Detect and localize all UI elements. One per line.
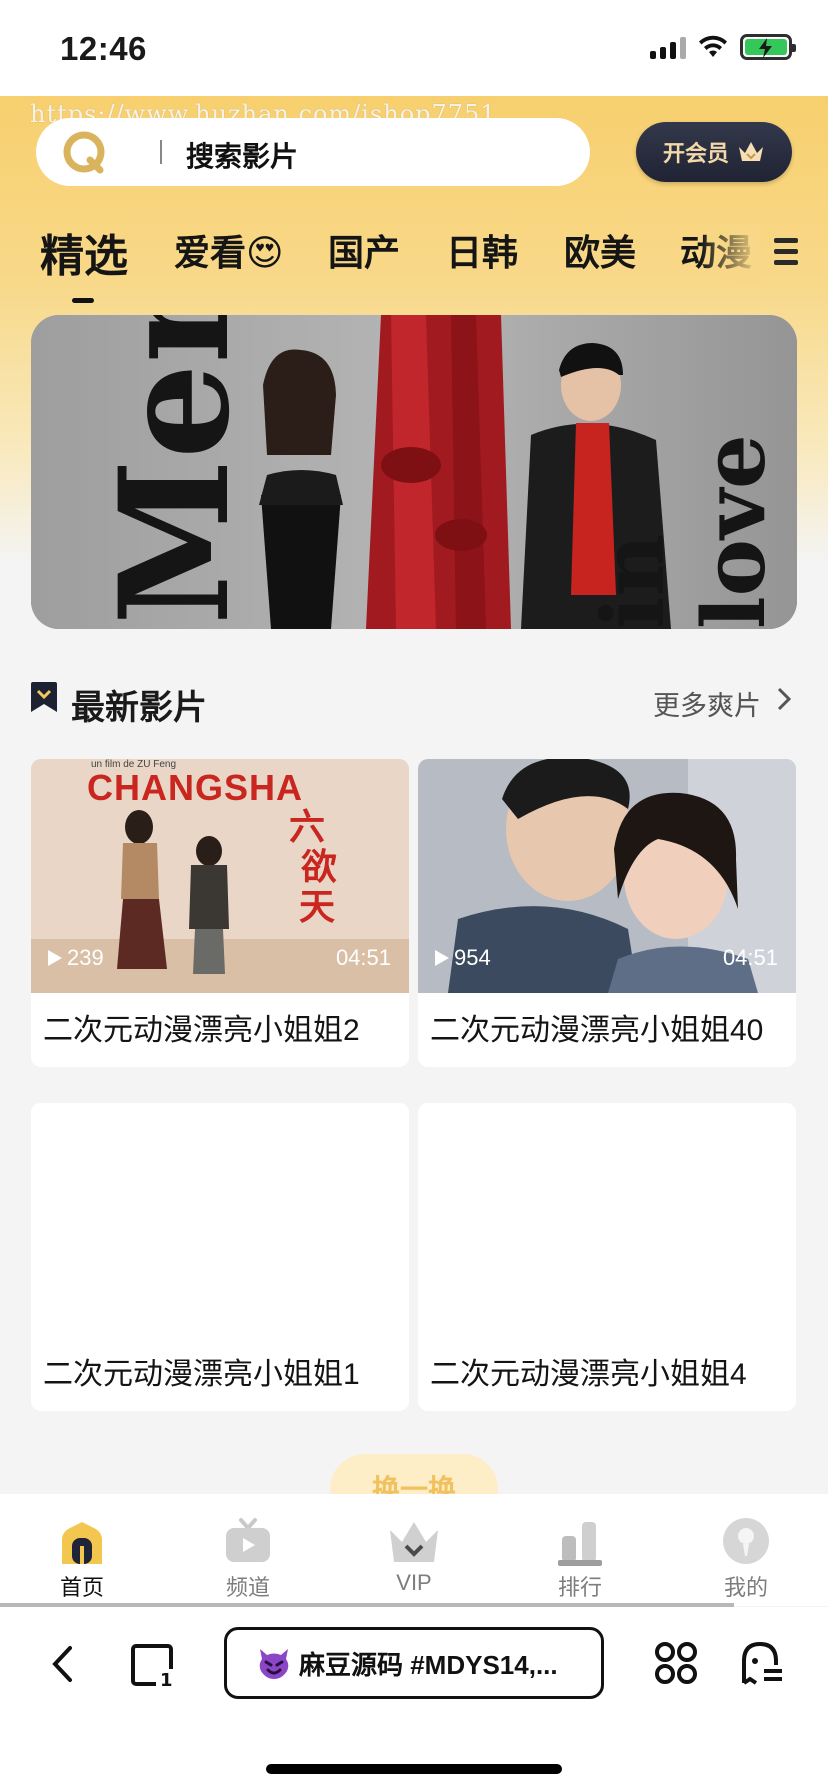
address-bar[interactable]: 麻豆源码 #MDYS14,... bbox=[224, 1627, 604, 1699]
menu-icon[interactable] bbox=[774, 238, 798, 265]
video-card[interactable]: 954 04:51 二次元动漫漂亮小姐姐40 bbox=[418, 759, 796, 1067]
crown-icon bbox=[739, 142, 763, 161]
svg-text:欲: 欲 bbox=[300, 846, 337, 888]
tv-icon bbox=[226, 1518, 270, 1562]
nav-profile[interactable]: 我的 bbox=[691, 1514, 801, 1602]
video-card[interactable]: 二次元动漫漂亮小姐姐4 bbox=[418, 1103, 796, 1411]
nav-ranking[interactable]: 排行 bbox=[525, 1514, 635, 1602]
svg-text:六: 六 bbox=[289, 806, 325, 848]
tab-featured[interactable]: 精选 bbox=[40, 220, 128, 284]
ghost-menu-icon[interactable] bbox=[740, 1641, 784, 1685]
profile-icon bbox=[723, 1518, 769, 1564]
status-icons bbox=[650, 34, 796, 60]
svg-text:1: 1 bbox=[160, 1670, 173, 1687]
home-indicator bbox=[266, 1764, 562, 1774]
category-tabs: 精选 爱看😍 国产 日韩 欧美 动漫 bbox=[40, 224, 800, 294]
banner-left-text: Men bbox=[87, 315, 263, 625]
tabs-icon[interactable]: 1 bbox=[130, 1643, 174, 1687]
apps-grid-icon[interactable] bbox=[654, 1641, 698, 1685]
play-icon bbox=[435, 950, 449, 966]
video-card[interactable]: 二次元动漫漂亮小姐姐1 bbox=[31, 1103, 409, 1411]
bookmark-icon bbox=[31, 682, 57, 712]
video-thumbnail bbox=[418, 1103, 796, 1337]
latest-movies-header: 最新影片 更多爽片 bbox=[31, 676, 797, 727]
tab-western[interactable]: 欧美 bbox=[564, 224, 636, 276]
nav-channels-label: 频道 bbox=[225, 1575, 270, 1600]
play-icon bbox=[48, 950, 62, 966]
svg-text:天: 天 bbox=[299, 886, 335, 928]
home-icon bbox=[62, 1522, 102, 1564]
more-movies-link[interactable]: 更多爽片 bbox=[653, 684, 761, 723]
ranking-icon bbox=[558, 1522, 602, 1566]
nav-vip-label: VIP bbox=[396, 1570, 432, 1595]
featured-banner[interactable]: Men in love bbox=[31, 315, 797, 629]
nav-ranking-label: 排行 bbox=[557, 1575, 602, 1600]
search-input[interactable]: 搜索影片 bbox=[36, 118, 590, 186]
nav-profile-label: 我的 bbox=[723, 1575, 768, 1600]
tab-domestic[interactable]: 国产 bbox=[328, 224, 400, 276]
video-thumbnail: 954 04:51 bbox=[418, 759, 796, 993]
chevron-right-icon[interactable] bbox=[775, 686, 793, 712]
nav-home-label: 首页 bbox=[59, 1575, 104, 1600]
video-duration: 04:51 bbox=[335, 945, 391, 970]
video-title: 二次元动漫漂亮小姐姐40 bbox=[430, 1014, 764, 1047]
search-placeholder: 搜索影片 bbox=[186, 141, 299, 172]
status-time: 12:46 bbox=[60, 30, 147, 67]
nav-vip[interactable]: VIP bbox=[359, 1514, 469, 1596]
video-title: 二次元动漫漂亮小姐姐1 bbox=[43, 1358, 360, 1391]
poster-title: CHANGSHA bbox=[87, 767, 304, 808]
banner-right-text: in love bbox=[583, 434, 785, 629]
search-separator bbox=[160, 140, 162, 164]
video-card[interactable]: 六 欲 天 un film de ZU Feng CHANGSHA 239 04… bbox=[31, 759, 409, 1067]
view-count: 239 bbox=[47, 945, 104, 971]
tab-japan-korea[interactable]: 日韩 bbox=[446, 224, 518, 276]
section-title: 最新影片 bbox=[71, 689, 207, 727]
wifi-icon bbox=[699, 35, 727, 57]
view-count: 954 bbox=[434, 945, 491, 971]
crown-icon bbox=[390, 1522, 438, 1562]
video-duration: 04:51 bbox=[722, 945, 778, 970]
back-icon[interactable] bbox=[50, 1645, 74, 1683]
bottom-navigation: 首页 频道 VIP 排行 我的 bbox=[0, 1494, 828, 1606]
video-thumbnail: 六 欲 天 un film de ZU Feng CHANGSHA 239 04… bbox=[31, 759, 409, 993]
open-membership-label: 开会员 bbox=[662, 141, 729, 166]
battery-icon bbox=[740, 34, 796, 60]
video-thumbnail bbox=[31, 1103, 409, 1337]
video-title: 二次元动漫漂亮小姐姐2 bbox=[43, 1014, 360, 1047]
devil-emoji-icon bbox=[259, 1649, 289, 1679]
active-tab-indicator bbox=[72, 298, 94, 303]
tab-favorites[interactable]: 爱看😍 bbox=[174, 224, 284, 276]
app-logo-icon bbox=[63, 131, 105, 174]
status-bar: 12:46 bbox=[0, 0, 828, 96]
nav-channels[interactable]: 频道 bbox=[193, 1514, 303, 1602]
page-title: 麻豆源码 #MDYS14,... bbox=[299, 1649, 558, 1680]
cellular-signal-icon bbox=[650, 35, 686, 59]
open-membership-button[interactable]: 开会员 bbox=[636, 122, 792, 182]
nav-home[interactable]: 首页 bbox=[27, 1514, 137, 1602]
video-title: 二次元动漫漂亮小姐姐4 bbox=[430, 1358, 747, 1391]
tabs-fade bbox=[700, 224, 760, 284]
